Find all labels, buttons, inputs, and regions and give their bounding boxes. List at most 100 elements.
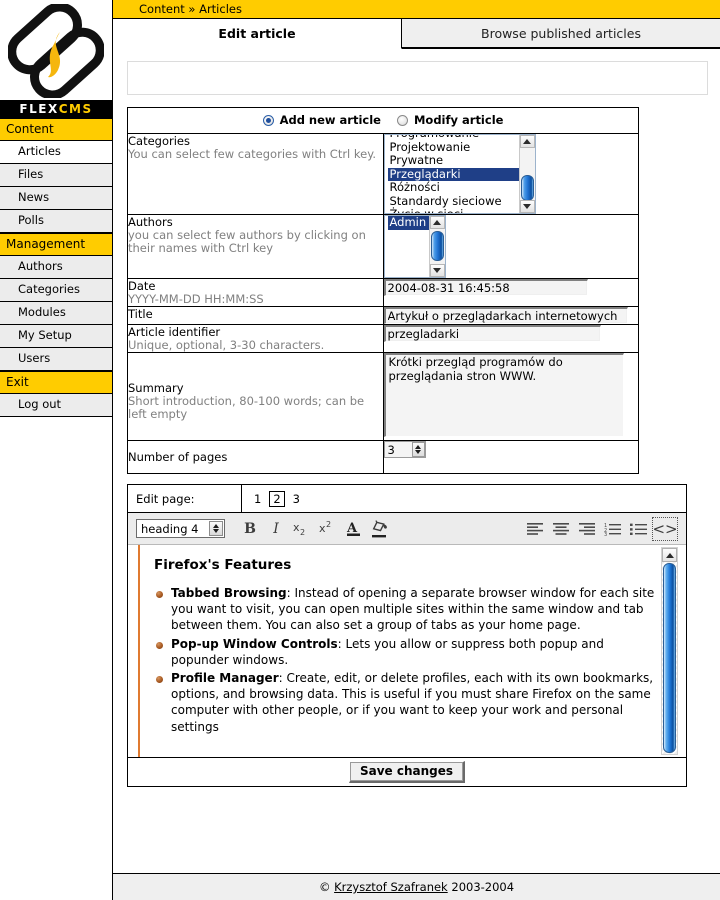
subscript-button[interactable]: x 2 [289,517,315,541]
date-input[interactable] [383,279,588,296]
footer-years: 2003-2004 [451,880,515,894]
editor-document[interactable]: Firefox's Features Tabbed Browsing: Inst… [138,545,656,757]
authors-hint: you can select few authors by clicking o… [128,228,366,255]
row-authors: Authors you can select few authors by cl… [127,214,639,279]
bullet-term: Pop-up Window Controls [171,636,338,651]
save-changes-button[interactable]: Save changes [348,761,466,783]
paint-bucket-icon [372,519,387,537]
page-number-3[interactable]: 3 [291,492,302,506]
superscript-button[interactable]: x 2 [315,517,341,541]
category-option[interactable]: Standardy sieciowe [388,194,520,209]
title-label-cell: Title [127,306,384,325]
sidebar-item-categories[interactable]: Categories [0,279,112,302]
number-of-pages-stepper[interactable]: 3 [383,441,426,458]
pages-field-cell: 3 [382,440,639,474]
bold-button[interactable]: B [237,517,263,541]
bullet-term: Tabbed Browsing [171,586,287,600]
pages-label: Number of pages [128,450,228,464]
sidebar-group-management: Management [0,233,112,256]
flexcms-infinity-flame-icon [8,4,104,98]
radio-add-new-article[interactable] [262,114,274,126]
summary-field-cell: Krótki przegląd programów do przeglądani… [382,352,639,441]
sidebar-item-my-setup[interactable]: My Setup [0,325,112,348]
scroll-down-icon[interactable] [519,200,535,213]
sidebar-item-articles[interactable]: Articles [0,141,112,164]
page-number-1[interactable]: 1 [252,492,263,506]
logo-word-cms: CMS [58,102,93,116]
app-window: FLEX CMS Content Articles Files News Poll… [0,0,720,900]
sidebar-item-polls[interactable]: Polls [0,210,112,233]
editor-body: Firefox's Features Tabbed Browsing: Inst… [128,545,686,758]
sidebar-item-users[interactable]: Users [0,348,112,371]
sidebar-item-modules[interactable]: Modules [0,302,112,325]
format-select[interactable]: heading 4 [136,519,225,538]
copyright-symbol: © [318,880,331,894]
scroll-up-icon[interactable] [662,548,677,562]
editor-scrollbar[interactable] [661,547,678,755]
align-center-button[interactable] [548,517,574,541]
svg-text:x: x [319,522,326,535]
logo-word-flex: FLEX [19,102,59,116]
ordered-list-button[interactable]: 1 2 3 [600,517,626,541]
italic-button[interactable]: I [263,517,289,541]
sidebar-item-log-out[interactable]: Log out [0,394,112,417]
document-bullet-list: Tabbed Browsing: Instead of opening a se… [154,585,656,735]
article-form: Add new article Modify article Categorie… [127,107,639,474]
category-option[interactable]: Życie w sieci [388,207,520,213]
format-select-stepper-icon[interactable] [209,521,223,536]
html-source-button[interactable]: <> [652,516,678,541]
align-left-button[interactable] [522,517,548,541]
row-identifier: Article identifier Unique, optional, 3-3… [127,324,639,353]
scroll-up-icon[interactable] [429,216,445,229]
unordered-list-button[interactable] [626,517,652,541]
page-number-2-current[interactable]: 2 [269,490,285,507]
scrollbar-thumb[interactable] [430,231,444,261]
scroll-down-icon[interactable] [429,264,445,277]
stepper-buttons-icon[interactable] [411,442,425,457]
subscript-icon: x 2 [293,521,305,537]
authors-scrollbar[interactable] [428,216,445,277]
sidebar-item-news[interactable]: News [0,187,112,210]
category-option[interactable]: Projektowanie [388,140,520,155]
categories-label-cell: Categories You can select few categories… [127,133,384,215]
sidebar-item-authors[interactable]: Authors [0,256,112,279]
main-area: Content » Articles Edit article Browse p… [113,0,720,900]
author-option-selected[interactable]: Admin [387,216,430,230]
text-color-button[interactable]: A [341,517,367,541]
categories-scrollbar[interactable] [518,135,535,213]
align-right-button[interactable] [574,517,600,541]
summary-textarea[interactable]: Krótki przegląd programów do przeglądani… [383,353,624,437]
title-field-cell [382,306,639,325]
title-input[interactable] [383,307,628,324]
sidebar-group-exit: Exit [0,371,112,394]
superscript-icon: x 2 [319,520,331,535]
date-hint: YYYY-MM-DD HH:MM:SS [128,292,264,306]
sidebar-group-content: Content [0,118,112,141]
align-left-icon [527,522,543,535]
scrollbar-thumb[interactable] [520,175,534,201]
scrollbar-thumb[interactable] [663,563,676,753]
row-pages: Number of pages 3 [127,440,639,474]
edit-page-bar: Edit page: 1 2 3 [128,485,686,513]
category-option[interactable]: Różności [388,180,520,195]
identifier-label-cell: Article identifier Unique, optional, 3-3… [127,324,384,353]
date-label: Date [128,279,156,293]
identifier-input[interactable] [383,325,601,342]
tab-browse-published-articles[interactable]: Browse published articles [402,19,720,48]
sidebar-item-files[interactable]: Files [0,164,112,187]
footer-author-link[interactable]: Krzysztof Szafranek [334,880,448,894]
scroll-up-icon[interactable] [519,135,535,148]
svg-text:2: 2 [300,528,305,537]
authors-listbox[interactable]: Admin [383,215,446,278]
authors-label: Authors [128,215,173,229]
radio-modify-article[interactable] [396,114,408,126]
categories-listbox[interactable]: Programowanie Projektowanie Prywatne Prz… [383,134,536,214]
label-modify-article: Modify article [413,113,504,127]
row-categories: Categories You can select few categories… [127,133,639,215]
category-option-selected[interactable]: Przeglądarki [387,167,520,181]
fill-color-button[interactable] [367,517,393,541]
tab-edit-article[interactable]: Edit article [113,19,402,49]
svg-text:x: x [293,521,300,534]
date-label-cell: Date YYYY-MM-DD HH:MM:SS [127,278,384,307]
category-option[interactable]: Prywatne [388,153,520,168]
